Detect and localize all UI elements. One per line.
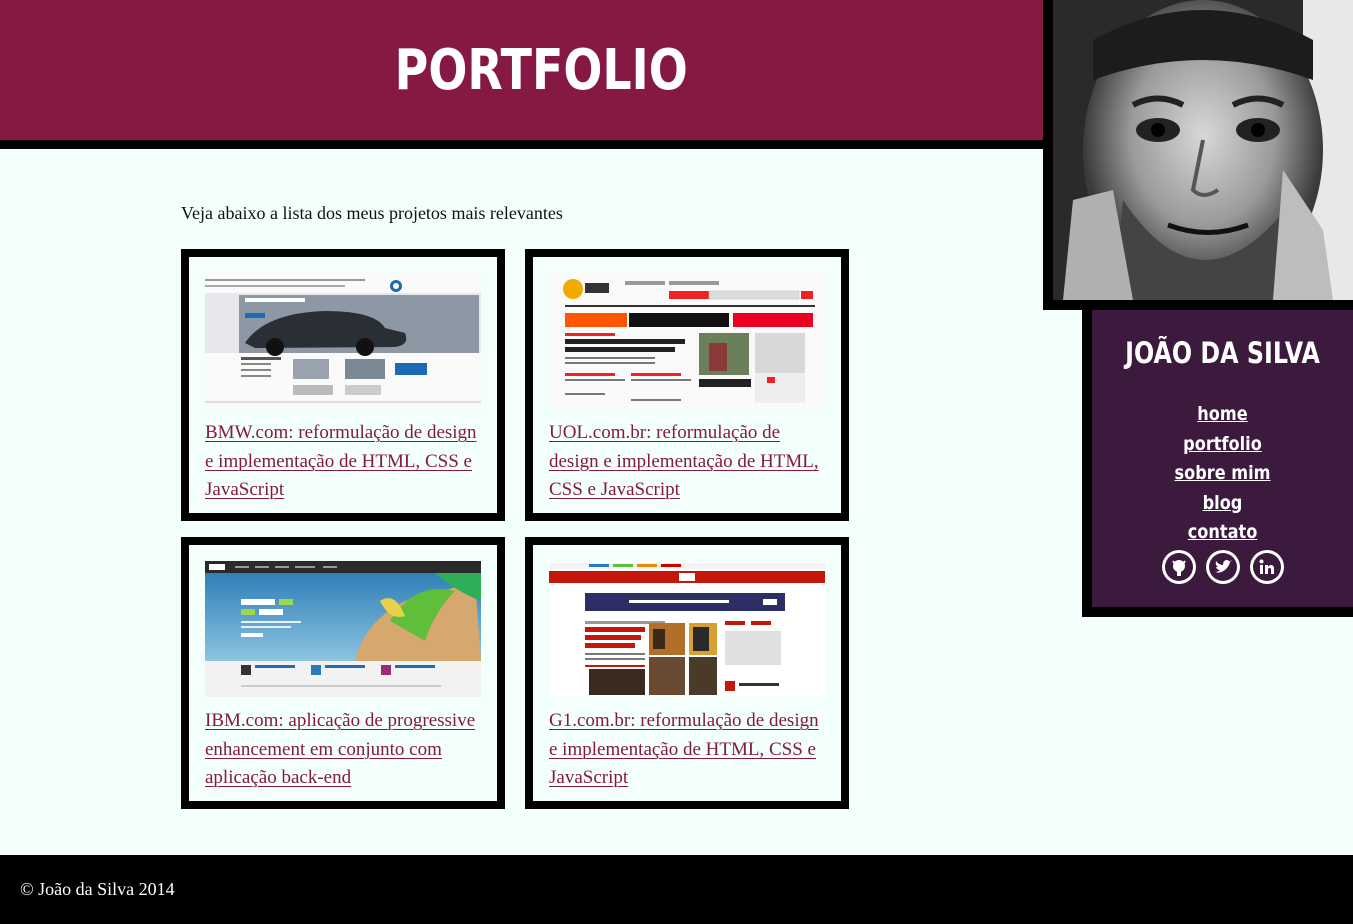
copyright-text: © João da Silva 2014	[20, 879, 175, 899]
profile-box-frame: JOÃO DA SILVA home portfolio sobre mim b…	[1082, 310, 1353, 617]
profile-box: JOÃO DA SILVA home portfolio sobre mim b…	[1092, 310, 1353, 607]
profile-name: JOÃO DA SILVA	[1125, 336, 1320, 370]
page-footer: © João da Silva 2014	[0, 855, 1353, 924]
nav-about-link[interactable]: sobre mim	[1112, 459, 1334, 489]
g1-screenshot[interactable]	[549, 561, 825, 697]
project-link[interactable]: G1.com.br: reformulação de design e impl…	[549, 707, 829, 793]
nav-portfolio-link[interactable]: portfolio	[1112, 430, 1334, 460]
profile-photo-frame	[1043, 0, 1353, 310]
project-card: UOL.com.br: reformulação de design e imp…	[525, 249, 849, 521]
project-card: IBM.com: aplicação de progressive enhanc…	[181, 537, 505, 809]
page-header: PORTFOLIO	[0, 0, 1043, 140]
main-nav: home portfolio sobre mim blog contato	[1092, 400, 1353, 548]
bmw-screenshot[interactable]	[205, 273, 481, 409]
nav-blog-link[interactable]: blog	[1112, 489, 1334, 519]
project-link[interactable]: IBM.com: aplicação de progressive enhanc…	[205, 707, 485, 793]
project-link[interactable]: BMW.com: reformulação de design e implem…	[205, 419, 485, 505]
github-icon[interactable]	[1162, 550, 1196, 584]
linkedin-icon[interactable]	[1250, 550, 1284, 584]
intro-text: Veja abaixo a lista dos meus projetos ma…	[181, 203, 563, 223]
social-links	[1162, 550, 1284, 584]
project-link[interactable]: UOL.com.br: reformulação de design e imp…	[549, 419, 829, 505]
twitter-icon[interactable]	[1206, 550, 1240, 584]
project-card: BMW.com: reformulação de design e implem…	[181, 249, 505, 521]
project-card: G1.com.br: reformulação de design e impl…	[525, 537, 849, 809]
page-title: PORTFOLIO	[394, 38, 688, 103]
nav-home-link[interactable]: home	[1112, 400, 1334, 430]
header-border	[0, 140, 1043, 149]
nav-contact-link[interactable]: contato	[1112, 518, 1334, 548]
uol-screenshot[interactable]	[549, 273, 825, 409]
profile-photo	[1053, 0, 1353, 300]
ibm-screenshot[interactable]	[205, 561, 481, 697]
